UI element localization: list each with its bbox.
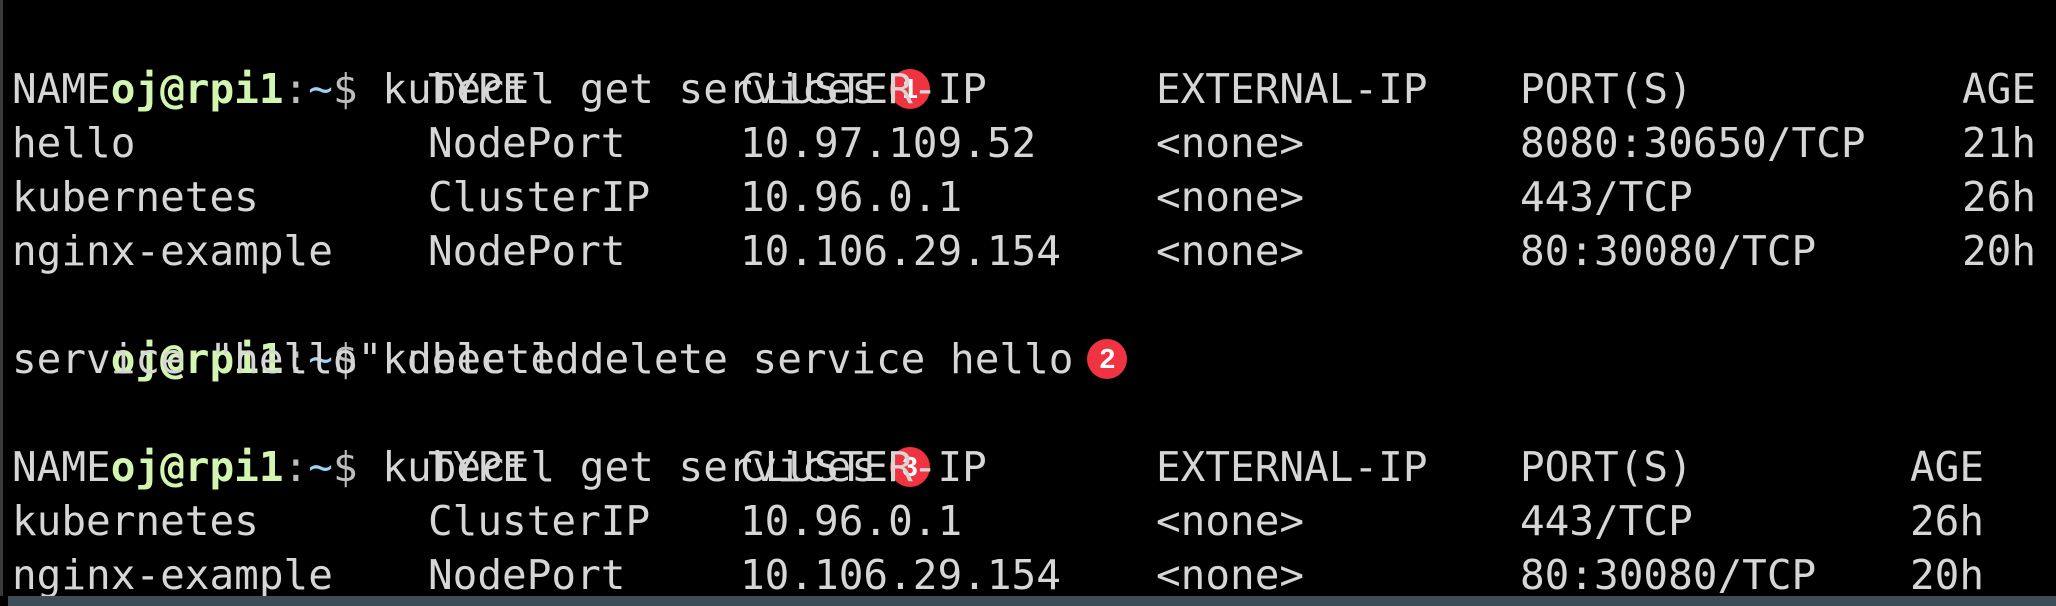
age: 21h — [1962, 119, 2037, 167]
ports: 443/TCP — [1520, 173, 1693, 221]
prompt-line: oj@rpi1:~$ kubectl get services 1 — [12, 8, 930, 113]
table-row: kubernetes ClusterIP 10.96.0.1 <none> 44… — [12, 170, 2052, 224]
service-type: ClusterIP — [428, 497, 651, 545]
step-badge: 2 — [1087, 339, 1128, 379]
age: 26h — [1962, 173, 2037, 221]
service-type: NodePort — [428, 551, 626, 596]
table-row: nginx-example NodePort 10.106.29.154 <no… — [12, 224, 2052, 278]
column-header: AGE — [1910, 443, 1985, 491]
ports: 80:30080/TCP — [1520, 227, 1817, 275]
age: 26h — [1910, 497, 1985, 545]
prompt-line: oj@rpi1:~$ kubectl get services 3 — [12, 386, 930, 491]
column-header: NAME — [12, 65, 111, 113]
column-header: TYPE — [428, 443, 527, 491]
external-ip: <none> — [1156, 551, 1305, 596]
age: 20h — [1962, 227, 2037, 275]
ports: 8080:30650/TCP — [1520, 119, 1866, 167]
table-header-row: NAME TYPE CLUSTER-IP EXTERNAL-IP PORT(S)… — [12, 440, 2052, 494]
service-type: NodePort — [428, 227, 626, 275]
terminal-bottom-border — [8, 596, 2056, 606]
service-type: ClusterIP — [428, 173, 651, 221]
column-header: TYPE — [428, 65, 527, 113]
terminal-window[interactable]: oj@rpi1:~$ kubectl get services 1 NAME TY… — [0, 0, 2056, 596]
service-name: nginx-example — [12, 227, 333, 275]
cluster-ip: 10.106.29.154 — [740, 551, 1061, 596]
table-row: kubernetes ClusterIP 10.96.0.1 <none> 44… — [12, 494, 2052, 548]
external-ip: <none> — [1156, 227, 1305, 275]
ports: 443/TCP — [1520, 497, 1693, 545]
service-name: hello — [12, 119, 136, 167]
prompt-line: oj@rpi1:~$ kubectl delete service hello 2 — [12, 278, 1128, 383]
external-ip: <none> — [1156, 119, 1305, 167]
cluster-ip: 10.96.0.1 — [740, 173, 963, 221]
cluster-ip: 10.96.0.1 — [740, 497, 963, 545]
table-header-row: NAME TYPE CLUSTER-IP EXTERNAL-IP PORT(S)… — [12, 62, 2052, 116]
external-ip: <none> — [1156, 173, 1305, 221]
command-output: service "hello" deleted — [12, 335, 580, 383]
table-row: hello NodePort 10.97.109.52 <none> 8080:… — [12, 116, 2052, 170]
ports: 80:30080/TCP — [1520, 551, 1817, 596]
service-type: NodePort — [428, 119, 626, 167]
column-header: CLUSTER-IP — [740, 443, 987, 491]
cluster-ip: 10.97.109.52 — [740, 119, 1037, 167]
column-header: EXTERNAL-IP — [1156, 65, 1428, 113]
column-header: PORT(S) — [1520, 443, 1693, 491]
column-header: AGE — [1962, 65, 2037, 113]
column-header: CLUSTER-IP — [740, 65, 987, 113]
service-name: kubernetes — [12, 497, 259, 545]
table-row: nginx-example NodePort 10.106.29.154 <no… — [12, 548, 2052, 596]
column-header: EXTERNAL-IP — [1156, 443, 1428, 491]
age: 20h — [1910, 551, 1985, 596]
service-name: nginx-example — [12, 551, 333, 596]
column-header: NAME — [12, 443, 111, 491]
column-header: PORT(S) — [1520, 65, 1693, 113]
cluster-ip: 10.106.29.154 — [740, 227, 1061, 275]
external-ip: <none> — [1156, 497, 1305, 545]
service-name: kubernetes — [12, 173, 259, 221]
